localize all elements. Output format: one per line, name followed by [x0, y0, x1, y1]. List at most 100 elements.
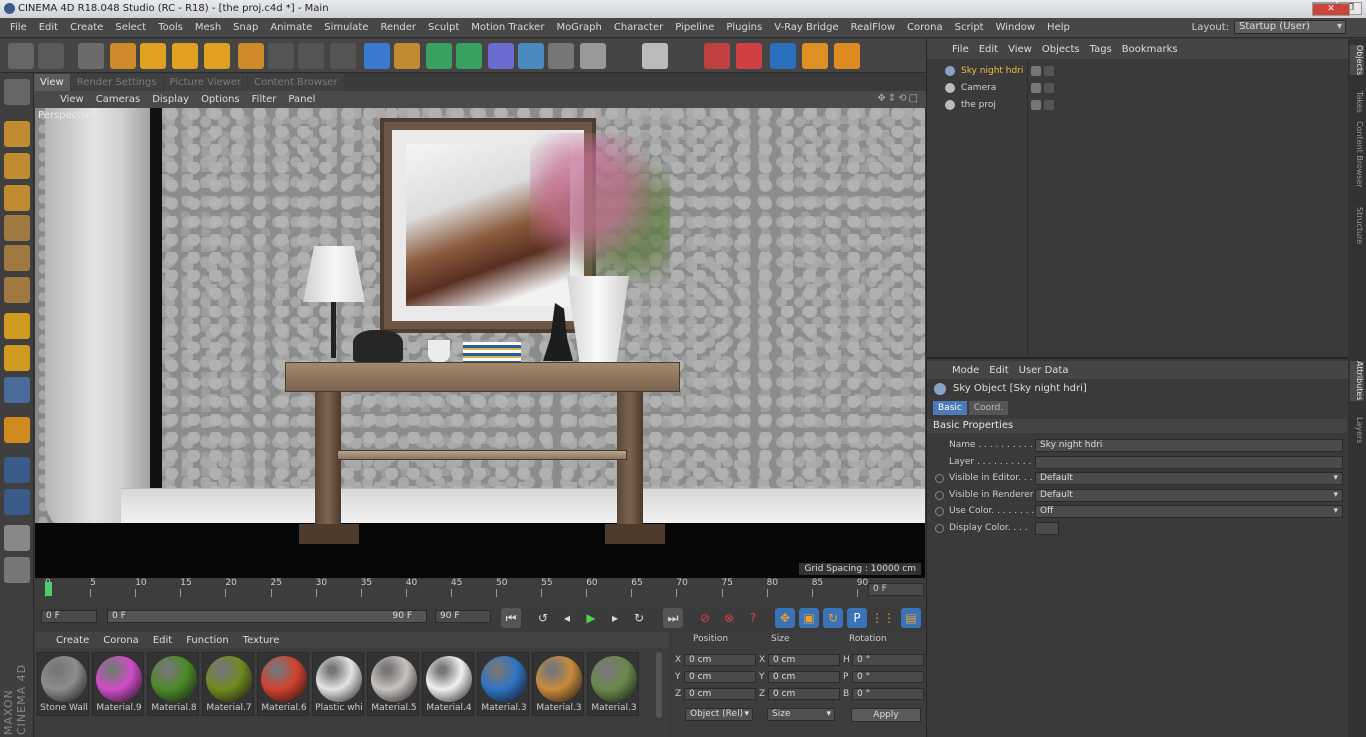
pos-y-field[interactable]: 0 cm — [684, 671, 756, 683]
material-menu-corona[interactable]: Corona — [96, 635, 146, 646]
menu-mograph[interactable]: MoGraph — [550, 18, 607, 38]
rotate-icon[interactable] — [172, 43, 198, 69]
material-swatch[interactable]: Material.6 — [257, 652, 309, 716]
key-rotation-icon[interactable]: ↻ — [823, 608, 843, 628]
attribute-dropdown[interactable]: Default — [1035, 472, 1343, 485]
object-visibility-icons[interactable] — [1031, 100, 1054, 110]
rot-p-field[interactable]: 0 ° — [852, 671, 924, 683]
object-name[interactable]: Sky night hdri — [961, 63, 1023, 79]
points-mode-icon[interactable] — [4, 215, 30, 241]
vray-render-icon[interactable] — [704, 43, 730, 69]
menu-pipeline[interactable]: Pipeline — [669, 18, 720, 38]
object-menu-view[interactable]: View — [1003, 44, 1037, 55]
material-menu-edit[interactable]: Edit — [146, 635, 179, 646]
layout-select[interactable]: Startup (User) — [1234, 20, 1346, 34]
floor-icon[interactable] — [518, 43, 544, 69]
side-tab-layers[interactable]: Layers — [1350, 417, 1364, 443]
side-tab-takes[interactable]: Takes — [1350, 91, 1364, 113]
vray-stop-icon[interactable] — [736, 43, 762, 69]
sculpt-brush-icon[interactable] — [4, 525, 30, 551]
viewport-menu-options[interactable]: Options — [195, 94, 246, 105]
timeline-ruler[interactable]: 051015202530354045505560657075808590 — [45, 578, 868, 598]
animate-radio-icon[interactable] — [935, 507, 944, 516]
viewport-menu-display[interactable]: Display — [146, 94, 195, 105]
menu-snap[interactable]: Snap — [227, 18, 264, 38]
menu-vray-bridge[interactable]: V-Ray Bridge — [768, 18, 844, 38]
workplane-icon[interactable] — [4, 185, 30, 211]
coordinate-system-icon[interactable] — [238, 43, 264, 69]
side-tab-objects[interactable]: Objects — [1350, 45, 1364, 76]
material-menu-function[interactable]: Function — [179, 635, 236, 646]
axis-mode-icon[interactable] — [4, 313, 30, 339]
tweak-mode-icon[interactable] — [4, 345, 30, 371]
material-swatch[interactable]: Stone Wall — [37, 652, 89, 716]
viewport-menu-view[interactable]: View — [54, 94, 90, 105]
attribute-field[interactable] — [1035, 455, 1343, 469]
render-picture-viewer-icon[interactable] — [298, 43, 324, 69]
keyframe-selection-icon[interactable]: ? — [743, 608, 763, 628]
light-icon[interactable] — [580, 43, 606, 69]
tab-coord[interactable]: Coord. — [968, 401, 1009, 415]
material-swatch[interactable]: Material.3 — [587, 652, 639, 716]
scheme-icon[interactable]: ▤ — [901, 608, 921, 628]
viewport-menu-cameras[interactable]: Cameras — [90, 94, 146, 105]
tab-picture-viewer[interactable]: Picture Viewer — [163, 74, 248, 91]
menu-edit[interactable]: Edit — [33, 18, 64, 38]
go-to-start-icon[interactable]: ⏮ — [501, 608, 521, 628]
attr-menu-edit[interactable]: Edit — [984, 365, 1013, 376]
key-position-icon[interactable]: ✥ — [775, 608, 795, 628]
attribute-dropdown[interactable]: Off — [1035, 505, 1343, 518]
paint-icon[interactable] — [4, 557, 30, 583]
close-button[interactable]: ✕ — [1312, 3, 1350, 16]
object-name[interactable]: the proj — [961, 97, 996, 113]
attribute-field[interactable]: Sky night hdri — [1035, 439, 1343, 452]
deformer-icon[interactable] — [488, 43, 514, 69]
object-row[interactable]: Sky night hdri — [931, 63, 1347, 79]
menu-script[interactable]: Script — [949, 18, 990, 38]
material-scrollbar[interactable] — [656, 652, 662, 718]
menu-select[interactable]: Select — [109, 18, 152, 38]
key-scale-icon[interactable]: ▣ — [799, 608, 819, 628]
camera-icon[interactable] — [548, 43, 574, 69]
corona-icon[interactable] — [802, 43, 828, 69]
last-tool-icon[interactable] — [204, 43, 230, 69]
subdivision-icon[interactable] — [426, 43, 452, 69]
realflow-icon[interactable] — [770, 43, 796, 69]
end-frame-field[interactable]: 90 F — [435, 610, 491, 623]
pos-x-field[interactable]: 0 cm — [684, 654, 756, 666]
object-row[interactable]: Camera — [931, 80, 1347, 96]
3d-viewport[interactable]: Perspective Grid Spacing : 10000 cm — [35, 108, 925, 578]
material-swatch[interactable]: Material.3 — [477, 652, 529, 716]
start-frame-field[interactable]: 0 F — [41, 610, 97, 623]
go-to-end-icon[interactable]: ⏭ — [663, 608, 683, 628]
viewport-menu-filter[interactable]: Filter — [246, 94, 283, 105]
material-swatch[interactable]: Material.3 — [532, 652, 584, 716]
object-menu-bookmarks[interactable]: Bookmarks — [1117, 44, 1183, 55]
menu-mesh[interactable]: Mesh — [189, 18, 227, 38]
rot-b-field[interactable]: 0 ° — [852, 688, 924, 700]
object-name[interactable]: Camera — [961, 80, 996, 96]
tab-view[interactable]: View — [34, 74, 70, 91]
live-selection-icon[interactable] — [78, 43, 104, 69]
cloner-icon[interactable] — [456, 43, 482, 69]
previous-icon[interactable] — [612, 43, 638, 69]
solo-icon[interactable] — [4, 377, 30, 403]
menu-animate[interactable]: Animate — [264, 18, 318, 38]
previous-key-icon[interactable]: ↺ — [533, 608, 553, 628]
viewport-menu-panel[interactable]: Panel — [282, 94, 321, 105]
material-menu-create[interactable]: Create — [49, 635, 96, 646]
object-menu-tags[interactable]: Tags — [1085, 44, 1117, 55]
object-visibility-icons[interactable] — [1031, 83, 1054, 93]
render-view-icon[interactable] — [268, 43, 294, 69]
tab-render-settings[interactable]: Render Settings — [70, 74, 163, 91]
material-menu-texture[interactable]: Texture — [236, 635, 287, 646]
menu-character[interactable]: Character — [608, 18, 669, 38]
side-tab-structure[interactable]: Structure — [1350, 207, 1364, 244]
undo-icon[interactable] — [8, 43, 34, 69]
material-swatch[interactable]: Material.8 — [147, 652, 199, 716]
menu-simulate[interactable]: Simulate — [318, 18, 374, 38]
make-editable-icon[interactable] — [4, 79, 30, 105]
document-icon[interactable] — [642, 43, 668, 69]
next-frame-icon[interactable]: ▸ — [605, 608, 625, 628]
scale-icon[interactable] — [140, 43, 166, 69]
